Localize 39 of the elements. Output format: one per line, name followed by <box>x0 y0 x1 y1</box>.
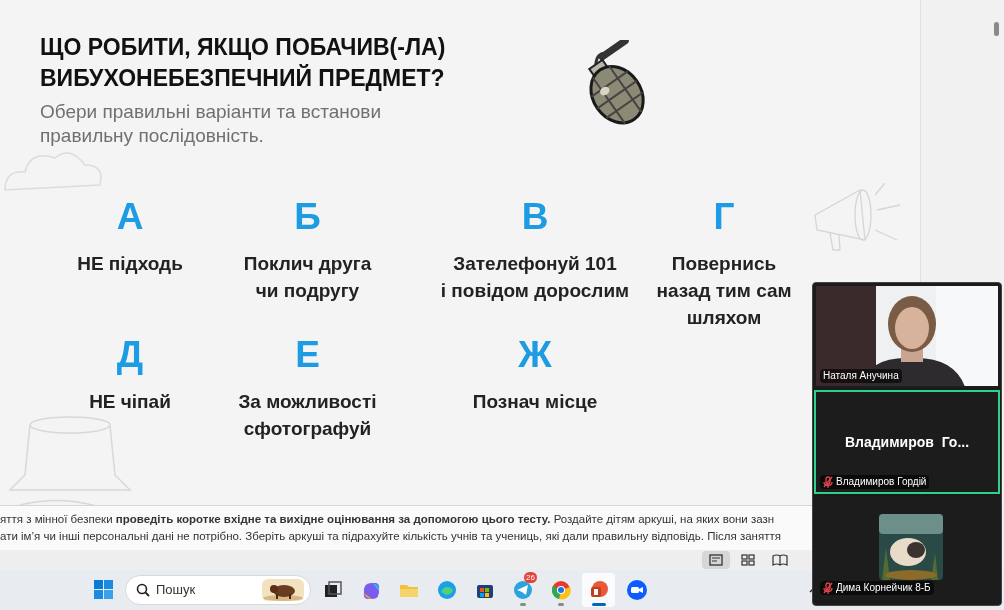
participant-display-name: Владимиров Го... <box>843 433 971 452</box>
option-letter: Е <box>295 334 320 376</box>
option-letter: В <box>521 196 549 238</box>
powerpoint-taskbar-button[interactable] <box>582 573 615 607</box>
normal-view-icon <box>707 552 725 568</box>
notification-badge: 26 <box>524 572 537 583</box>
option-text: Зателефонуй 101 і повідом дорослим <box>440 252 630 303</box>
option-text: Поклич друга чи подругу <box>243 252 372 303</box>
participant-name: Наталя Анучина <box>823 369 899 383</box>
paper-plane-icon <box>511 579 534 601</box>
option-letter: Б <box>294 196 321 238</box>
reading-view-icon <box>771 552 789 568</box>
search-input[interactable]: Пошук <box>156 580 256 600</box>
option-text: Познач місце <box>472 390 598 414</box>
option-letter: Д <box>116 334 144 376</box>
option-text: За можливості сфотографуй <box>238 390 377 441</box>
participant-name: Владимиров Гордій <box>836 475 927 489</box>
running-indicator <box>557 603 564 606</box>
option-text: НЕ підходь <box>77 252 183 276</box>
notes-text[interactable]: ати ім’я чи інші персональні дані не потрібно. Зберіть аркуші та підрахуйте кількість учнів та учениць, які дали правильну відповідь. Після заняття <box>0 529 812 544</box>
running-indicator <box>591 603 606 606</box>
scrollbar-thumb[interactable] <box>994 22 999 36</box>
option-letter: А <box>116 196 144 238</box>
search-field[interactable]: Пошук <box>125 575 311 605</box>
telegram-taskbar-button[interactable]: 26 <box>506 573 539 607</box>
slide-title: ЩО РОБИТИ, ЯКЩО ПОБАЧИВ(-ЛА) ВИБУХОНЕБЕЗПЕЧНИЙ ПРЕДМЕТ? <box>40 33 447 93</box>
notes-text[interactable]: яття з мінної безпеки проведіть коротке вхідне та вихідне оцінювання за допомогою цього тесту. Роздайте дітям аркуші, на яких вони зазн <box>0 512 812 527</box>
windows-start-icon[interactable] <box>94 580 114 600</box>
video-camera-icon <box>625 579 648 601</box>
participant-name: Дима Корнейчик 8-Б <box>836 581 931 595</box>
option-text: НЕ чіпай <box>89 390 171 414</box>
option-letter: Ж <box>518 334 552 376</box>
option-text: Повернись назад тим сам шляхом <box>656 252 792 330</box>
running-indicator <box>519 603 526 606</box>
option-letter: Г <box>713 196 735 238</box>
sorter-view-icon <box>739 552 757 568</box>
search-icon <box>136 583 150 597</box>
slide-subtitle: Обери правильні варіанти та встанови правильну послідовність. <box>40 100 382 148</box>
normal-view-button[interactable] <box>702 551 730 569</box>
